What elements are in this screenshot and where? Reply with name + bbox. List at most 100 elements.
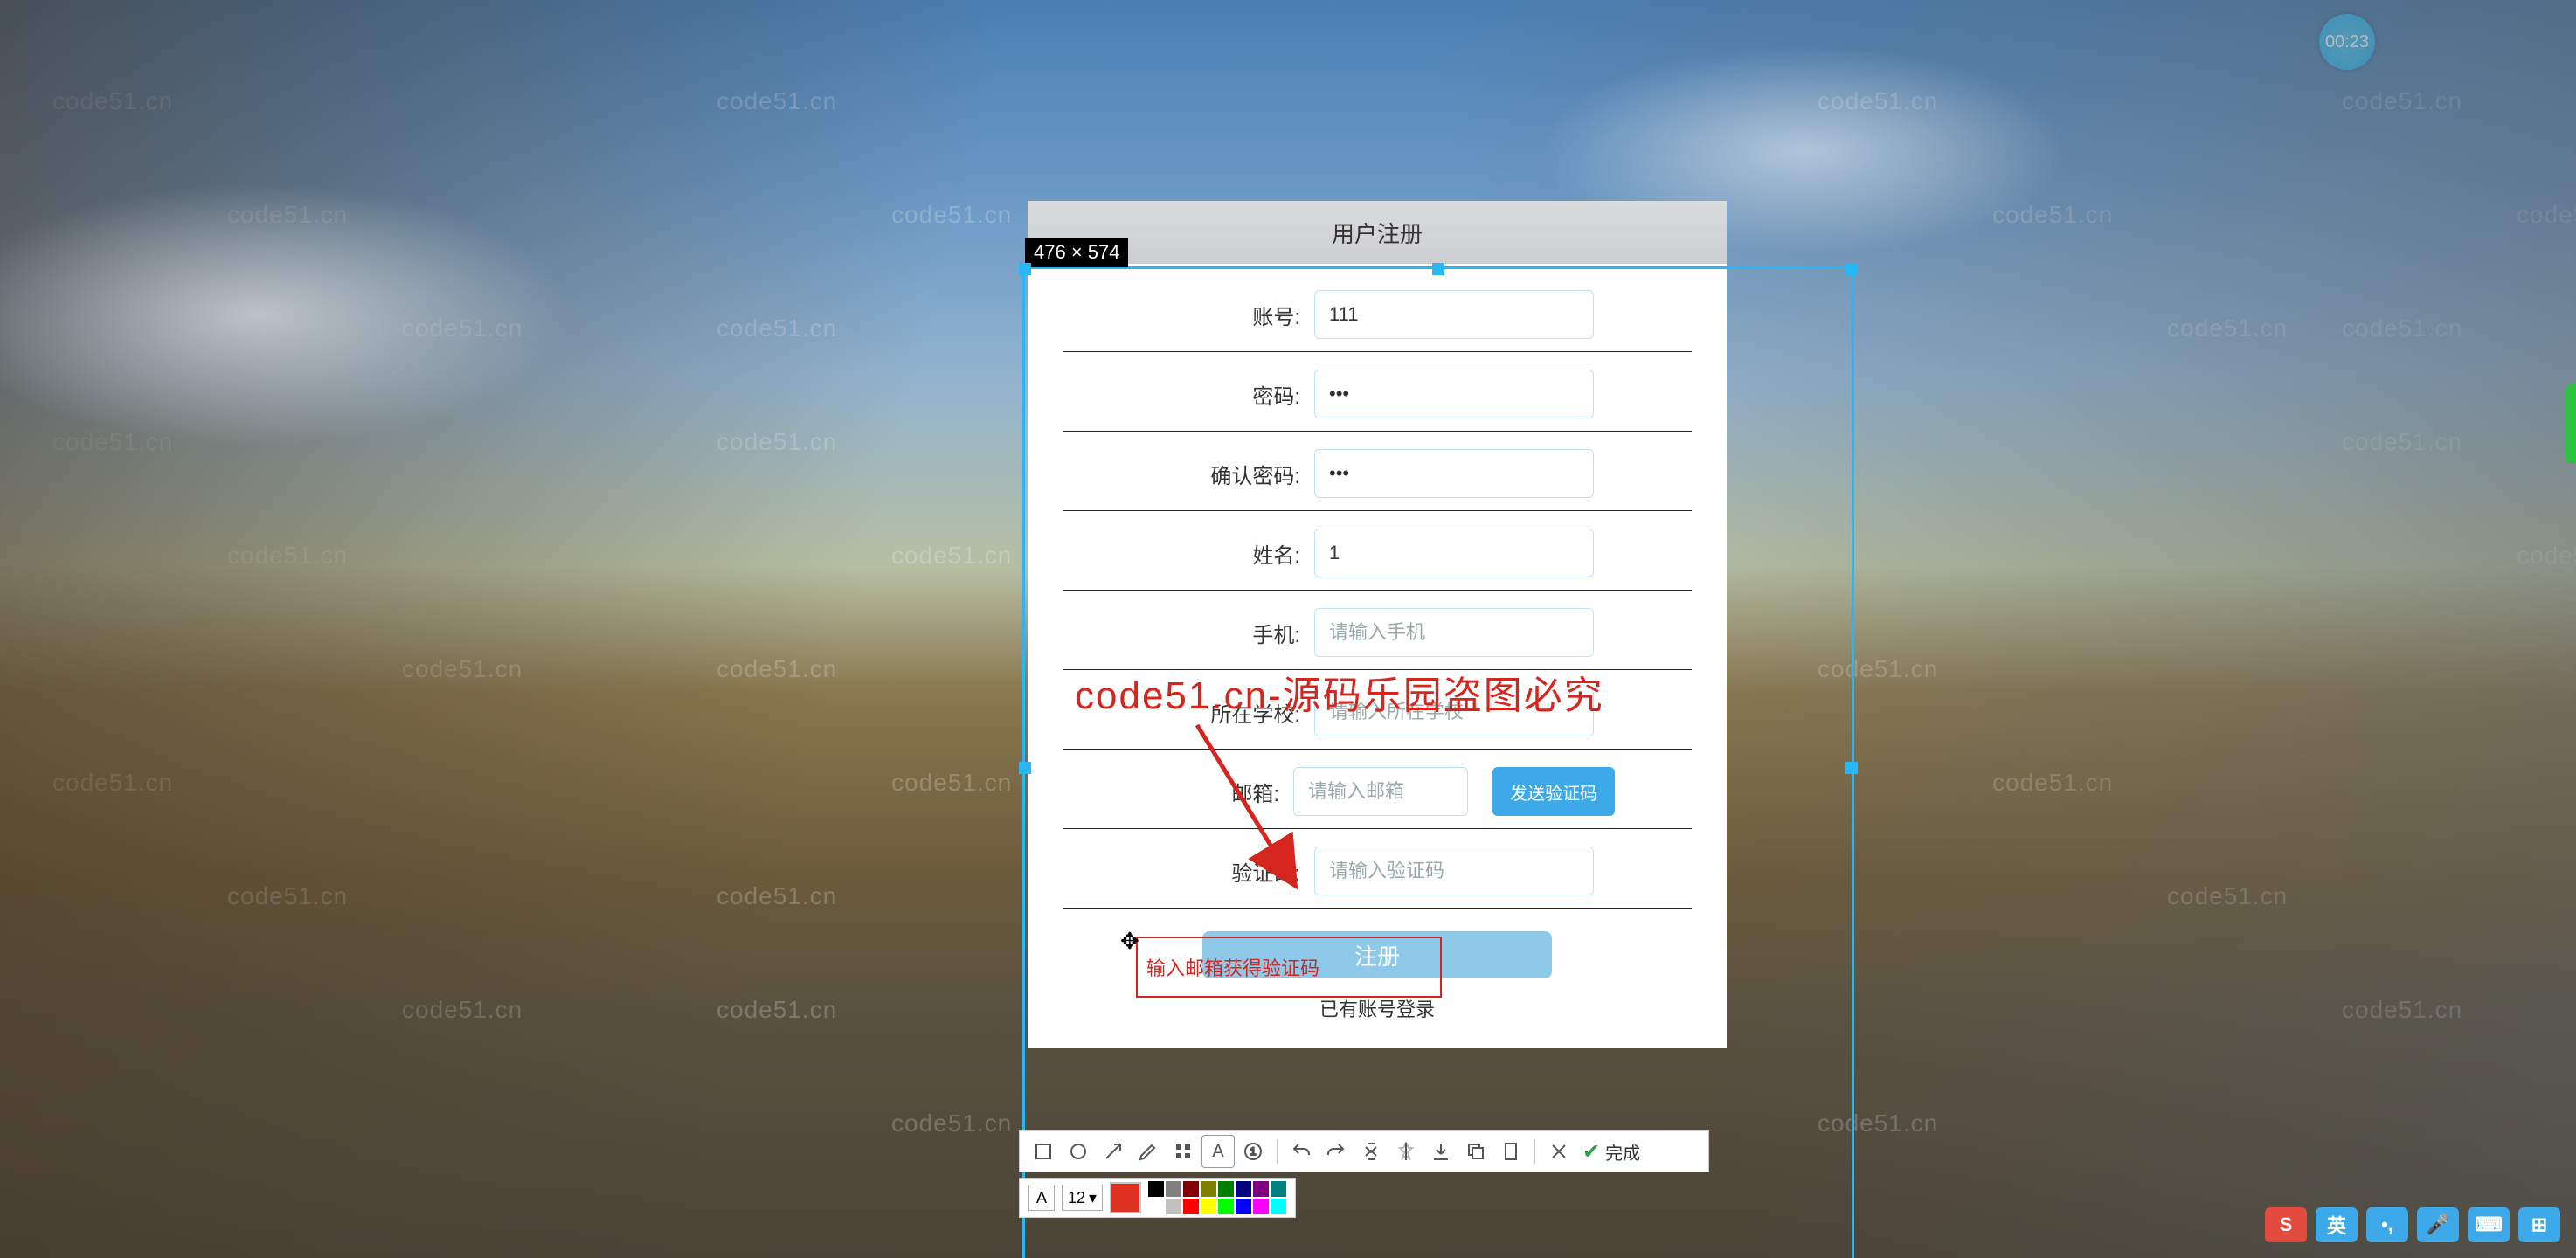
current-color-swatch[interactable] (1110, 1182, 1141, 1213)
done-button[interactable]: ✔ 完成 (1577, 1139, 1645, 1165)
palette-color[interactable] (1166, 1199, 1181, 1214)
copy-tool-icon[interactable] (1459, 1135, 1492, 1168)
email-input[interactable] (1293, 767, 1468, 816)
account-input[interactable] (1314, 290, 1594, 339)
share-tool-icon[interactable] (1494, 1135, 1527, 1168)
watermark-text: code51.cn (891, 542, 1012, 570)
have-account-link[interactable]: 已有账号登录 (1063, 994, 1692, 1022)
redo-tool-icon[interactable] (1319, 1135, 1353, 1168)
palette-color[interactable] (1183, 1181, 1199, 1197)
color-palette (1148, 1181, 1286, 1214)
resize-handle-ml[interactable] (1019, 762, 1031, 774)
resize-handle-tm[interactable] (1432, 263, 1444, 275)
ime-mic-icon[interactable]: 🎤 (2417, 1207, 2459, 1242)
watermark-text: code51.cn (891, 201, 1012, 229)
watermark-text: code51.cn (891, 769, 1012, 797)
name-label: 姓名: (1160, 538, 1300, 569)
pen-tool-icon[interactable] (1132, 1135, 1165, 1168)
check-icon: ✔ (1582, 1139, 1600, 1165)
resize-handle-tr[interactable] (1845, 263, 1858, 275)
desktop-background: code51.cn code51.cn code51.cn code51.cn code… (0, 0, 2576, 1258)
registration-form: 用户注册 账号: 密码: 确认密码: 姓名: 手机: (1028, 201, 1727, 1048)
ime-keyboard-icon[interactable]: ⌨ (2468, 1207, 2510, 1242)
school-input[interactable] (1314, 688, 1594, 736)
font-icon[interactable]: A (1028, 1185, 1055, 1211)
watermark-text: code51.cn (717, 996, 837, 1024)
palette-color[interactable] (1271, 1181, 1286, 1197)
screenshot-toolbar: A 1 ✔ 完成 (1019, 1130, 1709, 1172)
palette-color[interactable] (1218, 1181, 1234, 1197)
watermark-text: code51.cn (52, 769, 173, 797)
arrow-tool-icon[interactable] (1097, 1135, 1130, 1168)
rect-tool-icon[interactable] (1027, 1135, 1060, 1168)
palette-color[interactable] (1183, 1199, 1199, 1214)
resize-handle-tl[interactable] (1019, 263, 1031, 275)
watermark-text: code51.cn (717, 882, 837, 910)
watermark-text: code51.cn (2517, 542, 2576, 570)
send-code-button[interactable]: 发送验证码 (1492, 767, 1615, 816)
palette-color[interactable] (1236, 1181, 1251, 1197)
register-button[interactable]: 注册 (1202, 931, 1552, 978)
watermark-text: code51.cn (1818, 655, 1938, 683)
watermark-text: code51.cn (717, 428, 837, 456)
confirm-password-label: 确认密码: (1160, 459, 1300, 489)
side-drawer-handle[interactable] (2566, 384, 2576, 463)
cancel-tool-icon[interactable] (1542, 1135, 1575, 1168)
watermark-text: code51.cn (2342, 87, 2462, 115)
text-tool-icon[interactable]: A (1201, 1135, 1235, 1168)
palette-color[interactable] (1218, 1199, 1234, 1214)
font-size-value: 12 (1068, 1189, 1085, 1207)
watermark-text: code51.cn (2167, 882, 2288, 910)
chevron-down-icon: ▾ (1089, 1189, 1097, 1207)
watermark-text: code51.cn (2342, 314, 2462, 342)
palette-color[interactable] (1201, 1199, 1216, 1214)
watermark-text: code51.cn (2517, 201, 2576, 229)
watermark-text: code51.cn (52, 428, 173, 456)
watermark-text: code51.cn (1818, 87, 1938, 115)
code-input[interactable] (1314, 847, 1594, 895)
watermark-text: code51.cn (402, 655, 523, 683)
pin-tool-icon[interactable] (1389, 1135, 1423, 1168)
palette-color[interactable] (1166, 1181, 1181, 1197)
password-input[interactable] (1314, 370, 1594, 418)
text-tool-options: A 12 ▾ (1019, 1178, 1296, 1218)
email-label: 邮箱: (1139, 777, 1279, 807)
undo-tool-icon[interactable] (1285, 1135, 1318, 1168)
palette-color[interactable] (1236, 1199, 1251, 1214)
number-tool-icon[interactable]: 1 (1236, 1135, 1270, 1168)
ime-sogou-icon[interactable]: S (2265, 1207, 2307, 1242)
ime-language-icon[interactable]: 英 (2316, 1207, 2358, 1242)
palette-color[interactable] (1271, 1199, 1286, 1214)
watermark-text: code51.cn (402, 314, 523, 342)
name-input[interactable] (1314, 529, 1594, 577)
font-size-select[interactable]: 12 ▾ (1062, 1185, 1103, 1211)
palette-color[interactable] (1201, 1181, 1216, 1197)
ime-punct-icon[interactable]: •, (2366, 1207, 2408, 1242)
download-tool-icon[interactable] (1424, 1135, 1458, 1168)
ellipse-tool-icon[interactable] (1062, 1135, 1095, 1168)
svg-text:1: 1 (1250, 1145, 1257, 1158)
ime-toolbar: S 英 •, 🎤 ⌨ ⊞ (2265, 1207, 2560, 1242)
mosaic-tool-icon[interactable] (1167, 1135, 1200, 1168)
long-screenshot-icon[interactable] (1354, 1135, 1388, 1168)
resize-handle-mr[interactable] (1845, 762, 1858, 774)
palette-color[interactable] (1148, 1181, 1164, 1197)
watermark-text: code51.cn (52, 87, 173, 115)
ime-menu-icon[interactable]: ⊞ (2518, 1207, 2560, 1242)
recording-timer-badge: 00:23 (2319, 14, 2375, 70)
palette-color[interactable] (1253, 1199, 1269, 1214)
watermark-text: code51.cn (717, 87, 837, 115)
code-label: 验证码: (1160, 856, 1300, 887)
phone-input[interactable] (1314, 608, 1594, 657)
account-label: 账号: (1160, 300, 1300, 330)
confirm-password-input[interactable] (1314, 449, 1594, 498)
watermark-text: code51.cn (402, 996, 523, 1024)
palette-color[interactable] (1148, 1199, 1164, 1214)
watermark-text: code51.cn (2167, 314, 2288, 342)
watermark-text: code51.cn (1992, 201, 2113, 229)
watermark-text: code51.cn (227, 201, 348, 229)
palette-color[interactable] (1253, 1181, 1269, 1197)
form-title: 用户注册 (1028, 201, 1727, 264)
watermark-text: code51.cn (227, 542, 348, 570)
done-label: 完成 (1605, 1139, 1640, 1165)
